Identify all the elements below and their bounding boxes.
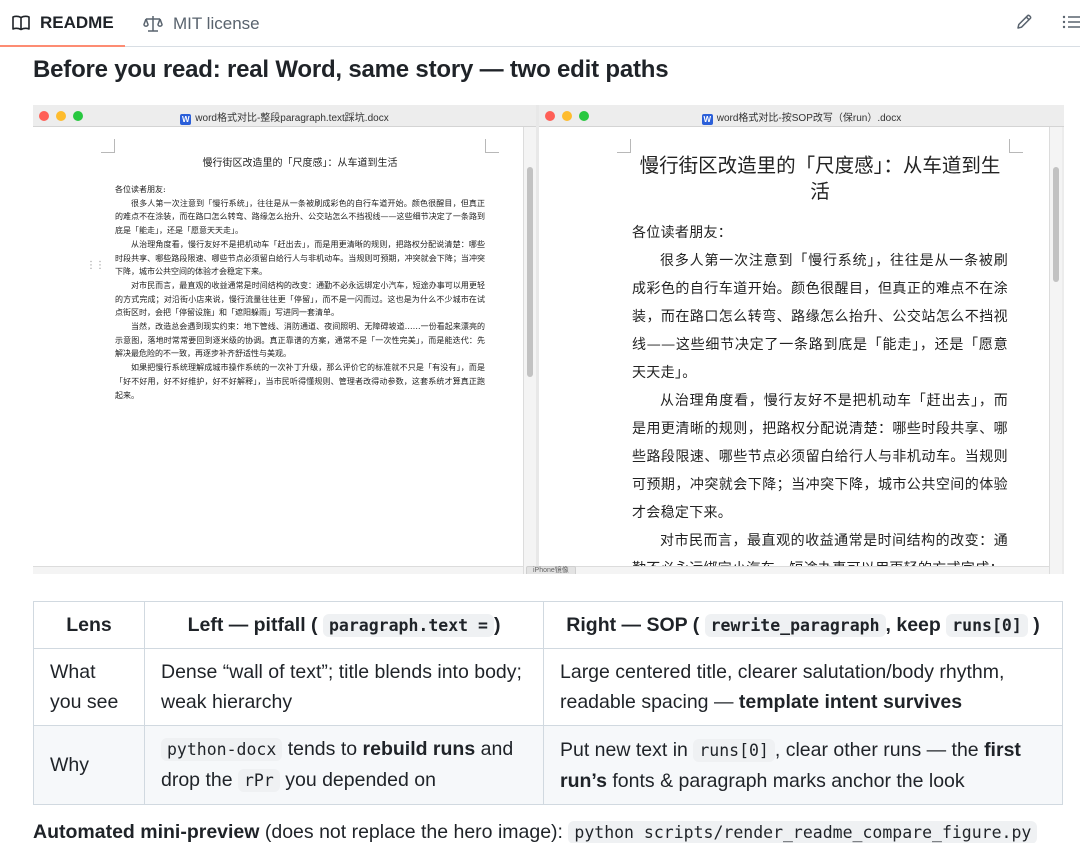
right-vertical-scrollbar[interactable] bbox=[1049, 127, 1062, 574]
scroll-thumb[interactable] bbox=[527, 167, 533, 377]
left-word-window: Wword格式对比-整段paragraph.text踩坑.docx ⋮⋮ 慢行街… bbox=[33, 105, 536, 574]
header-right-sop: Right — SOP ( rewrite_paragraph, keep ru… bbox=[543, 601, 1063, 649]
header-lens: Lens bbox=[33, 601, 145, 649]
cell-right: Put new text in runs[0], clear other run… bbox=[543, 725, 1063, 805]
tab-mit-license[interactable]: MIT license bbox=[143, 0, 260, 47]
right-window-titlebar: Wword格式对比-按SOP改写（保run）.docx bbox=[539, 105, 1064, 127]
code-runs-0: runs[0] bbox=[946, 613, 1028, 637]
comparison-table: Lens Left — pitfall ( paragraph.text =) … bbox=[33, 601, 1063, 805]
left-doc-paragraph: 对市民而言，最直观的收益通常是时间结构的改变：通勤不必永远绑定小汽车，短途办事可… bbox=[115, 280, 485, 318]
tab-mit-license-label: MIT license bbox=[173, 13, 260, 33]
left-window-titlebar: Wword格式对比-整段paragraph.text踩坑.docx bbox=[33, 105, 536, 127]
crop-mark bbox=[1009, 139, 1023, 153]
code-runs-0: runs[0] bbox=[693, 738, 775, 762]
scroll-thumb[interactable] bbox=[1053, 167, 1059, 282]
header-left-pitfall: Left — pitfall ( paragraph.text =) bbox=[144, 601, 544, 649]
drag-handle-icon: ⋮⋮ bbox=[86, 260, 105, 271]
repo-tab-bar: README MIT license bbox=[0, 0, 1080, 47]
code-paragraph-text: paragraph.text = bbox=[322, 613, 494, 637]
crop-mark bbox=[617, 139, 631, 153]
tab-readme-label: README bbox=[40, 12, 114, 32]
word-doc-icon: W bbox=[701, 114, 713, 125]
pencil-icon[interactable] bbox=[1010, 8, 1038, 36]
cell-right: Large centered title, clearer salutation… bbox=[543, 648, 1063, 726]
cell-lens: What you see bbox=[33, 648, 145, 726]
right-doc-title: 慢行街区改造里的「尺度感」：从车道到生活 bbox=[639, 154, 1001, 203]
cell-left: python-docx tends to rebuild runs and dr… bbox=[144, 725, 544, 805]
crop-mark bbox=[101, 139, 115, 153]
left-horizontal-scrollbar[interactable] bbox=[33, 566, 523, 574]
left-doc-salutation: 各位读者朋友: bbox=[115, 185, 166, 194]
table-header-row: Lens Left — pitfall ( paragraph.text =) … bbox=[33, 601, 1063, 649]
right-doc-paragraph: 从治理角度看，慢行友好不是把机动车「赶出去」，而是用更清晰的规则，把路权分配说清… bbox=[632, 393, 1008, 521]
list-icon[interactable] bbox=[1058, 8, 1080, 36]
left-doc-paragraph: 当然，改造总会遇到现实约束：地下管线、消防通道、夜间照明、无障碍坡道……一份看起… bbox=[115, 322, 485, 359]
right-window-title: word格式对比-按SOP改写（保run）.docx bbox=[716, 113, 902, 124]
right-word-window: Wword格式对比-按SOP改写（保run）.docx 慢行街区改造里的「尺度感… bbox=[539, 105, 1064, 574]
book-icon bbox=[12, 15, 30, 31]
word-doc-icon: W bbox=[180, 114, 192, 125]
scale-icon bbox=[143, 15, 163, 33]
cell-left: Dense “wall of text”; title blends into … bbox=[144, 648, 544, 726]
right-document-page: 慢行街区改造里的「尺度感」：从车道到生活 各位读者朋友： 很多人第一次注意到「慢… bbox=[539, 127, 1049, 574]
hero-screenshot: Wword格式对比-整段paragraph.text踩坑.docx ⋮⋮ 慢行街… bbox=[33, 105, 1064, 574]
cell-lens: Why bbox=[33, 725, 145, 805]
code-python-docx: python-docx bbox=[161, 738, 283, 761]
automated-preview-note: Automated mini-preview (does not replace… bbox=[33, 821, 1038, 843]
left-doc-paragraph: 如果把慢行系统理解成城市操作系统的一次补丁升级，那么评价它的标准就不只是「有没有… bbox=[115, 363, 485, 400]
code-rewrite-paragraph: rewrite_paragraph bbox=[704, 613, 886, 637]
right-doc-salutation: 各位读者朋友： bbox=[632, 225, 733, 241]
left-doc-paragraph: 很多人第一次注意到「慢行系统」，往往是从一条被刷成彩色的自行车道开始。颜色很醒目… bbox=[115, 198, 485, 236]
code-rpr: rPr bbox=[237, 769, 280, 792]
right-horizontal-scrollbar[interactable] bbox=[539, 566, 1049, 574]
left-doc-paragraph: 从治理角度看，慢行友好不是把机动车「赶出去」，而是用更清晰的规则，把路权分配说清… bbox=[115, 239, 485, 277]
right-doc-paragraph: 很多人第一次注意到「慢行系统」，往往是从一条被刷成彩色的自行车道开始。颜色很醒目… bbox=[632, 253, 1008, 381]
table-row: What you see Dense “wall of text”; title… bbox=[33, 648, 1063, 726]
right-document-body: 慢行街区改造里的「尺度感」：从车道到生活 各位读者朋友： 很多人第一次注意到「慢… bbox=[632, 153, 1008, 574]
left-vertical-scrollbar[interactable] bbox=[523, 127, 536, 574]
tab-readme[interactable]: README bbox=[0, 0, 125, 47]
left-document-page: ⋮⋮ 慢行街区改造里的「尺度感」：从车道到生活 各位读者朋友: 很多人第一次注意… bbox=[33, 127, 523, 567]
crop-mark bbox=[485, 139, 499, 153]
iphone-mirroring-tag: iPhone镜像 bbox=[526, 566, 576, 574]
code-render-script: python scripts/render_readme_compare_fig… bbox=[568, 821, 1038, 843]
left-window-title: word格式对比-整段paragraph.text踩坑.docx bbox=[195, 113, 389, 124]
left-document-body: 慢行街区改造里的「尺度感」：从车道到生活 各位读者朋友: 很多人第一次注意到「慢… bbox=[115, 154, 485, 402]
table-row: Why python-docx tends to rebuild runs an… bbox=[33, 725, 1063, 805]
left-doc-title: 慢行街区改造里的「尺度感」：从车道到生活 bbox=[202, 158, 398, 169]
page-title: Before you read: real Word, same story —… bbox=[33, 56, 669, 83]
